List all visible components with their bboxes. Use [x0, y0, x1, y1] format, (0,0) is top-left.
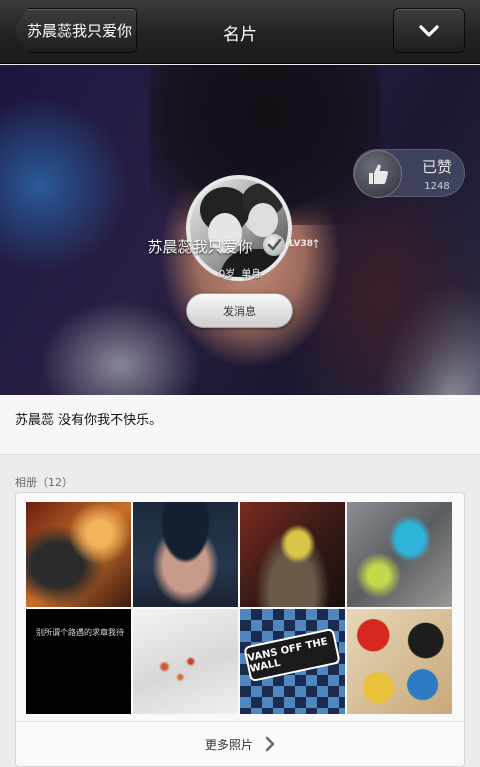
dropdown-menu-button[interactable]: [393, 8, 465, 53]
album-photo[interactable]: [26, 502, 131, 607]
chevron-down-icon: [419, 24, 439, 37]
back-button[interactable]: 苏晨蕊我只爱你: [14, 8, 137, 53]
more-photos-label: 更多照片: [204, 737, 253, 752]
signature-row: 苏晨蕊 没有你我不快乐。: [0, 395, 480, 455]
relationship-status: 单身: [241, 269, 262, 280]
album-photo[interactable]: [240, 502, 345, 607]
send-message-button[interactable]: 发消息: [186, 293, 293, 328]
username: 苏晨蕊我只爱你: [147, 238, 253, 256]
album-photo[interactable]: [347, 502, 452, 607]
like-button[interactable]: 已赞 1248: [353, 149, 465, 198]
album-photo[interactable]: [133, 609, 238, 714]
album-card: 别所谓个路遇的求章我待 VANS OFF THE WALL 更多照片: [15, 492, 465, 767]
cover-photo: 已赞 1248: [0, 65, 480, 395]
avatar-face-right: [248, 203, 278, 237]
level-badge: LV38: [289, 239, 313, 249]
photo-caption: 别所谓个路遇的求章我待: [36, 628, 124, 637]
album-label: 相册（12）: [15, 476, 73, 489]
thumbs-up-icon: [354, 150, 402, 198]
like-count: 1248: [424, 181, 450, 192]
page-title: 名片: [223, 25, 257, 45]
album-photo[interactable]: 别所谓个路遇的求章我待: [26, 609, 131, 714]
back-button-label: 苏晨蕊我只爱你: [26, 22, 132, 40]
album-photo[interactable]: VANS OFF THE WALL: [240, 609, 345, 714]
album-photo[interactable]: [347, 609, 452, 714]
chevron-right-icon: [265, 736, 275, 752]
like-label: 已赞: [421, 158, 452, 176]
level-up-arrow-icon: ↑: [311, 237, 322, 251]
album-photo[interactable]: [133, 502, 238, 607]
age: 0岁: [218, 269, 236, 280]
vans-logo: VANS OFF THE WALL: [243, 627, 341, 683]
signature-text: 苏晨蕊 没有你我不快乐。: [15, 413, 163, 428]
user-meta: 0岁 单身: [200, 265, 280, 280]
more-photos-button[interactable]: 更多照片: [16, 722, 464, 766]
verified-check-icon: [263, 234, 285, 256]
top-bar: 苏晨蕊我只爱你 名片: [0, 0, 480, 64]
